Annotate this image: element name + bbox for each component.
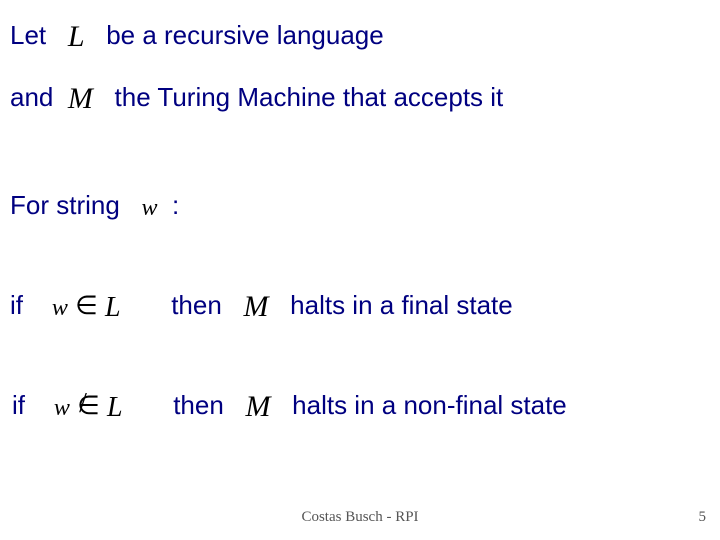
symbol-w-1: w (52, 295, 68, 321)
symbol-w-2: w (54, 395, 70, 421)
word-if-1: if (10, 290, 23, 320)
notin-icon: ∈ / (77, 391, 100, 421)
line-for-string: For string w : (10, 190, 179, 221)
notin-slash: / (79, 388, 87, 420)
footer-author: Costas Busch - RPI (0, 509, 720, 526)
line-and: and M the Turing Machine that accepts it (10, 80, 503, 114)
symbol-L-2: L (107, 392, 123, 423)
word-then-1: then (171, 290, 222, 320)
word-and: and (10, 82, 53, 112)
phrase-turing: the Turing Machine that accepts it (115, 82, 504, 112)
page-number: 5 (699, 509, 707, 526)
phrase-for-string: For string (10, 190, 120, 220)
symbol-L-1: L (105, 292, 121, 323)
line-let: Let L be a recursive language (10, 18, 384, 52)
symbol-w: w (141, 195, 157, 221)
symbol-M-1: M (243, 290, 268, 323)
slide: Let L be a recursive language and M the … (0, 0, 720, 540)
phrase-nonfinal: halts in a non-final state (292, 390, 567, 420)
symbol-M-2: M (245, 390, 270, 423)
word-let: Let (10, 20, 46, 50)
word-then-2: then (173, 390, 224, 420)
line-if-in: if w ∈ L then M halts in a final state (10, 288, 513, 322)
in-icon: ∈ (75, 291, 98, 320)
symbol-M: M (68, 82, 93, 115)
word-if-2: if (12, 390, 25, 420)
symbol-L: L (68, 20, 85, 53)
line-if-notin: if w ∈ / L then M halts in a non-final s… (12, 388, 567, 422)
phrase-recursive: be a recursive language (106, 20, 384, 50)
phrase-final: halts in a final state (290, 290, 513, 320)
colon: : (172, 190, 179, 220)
